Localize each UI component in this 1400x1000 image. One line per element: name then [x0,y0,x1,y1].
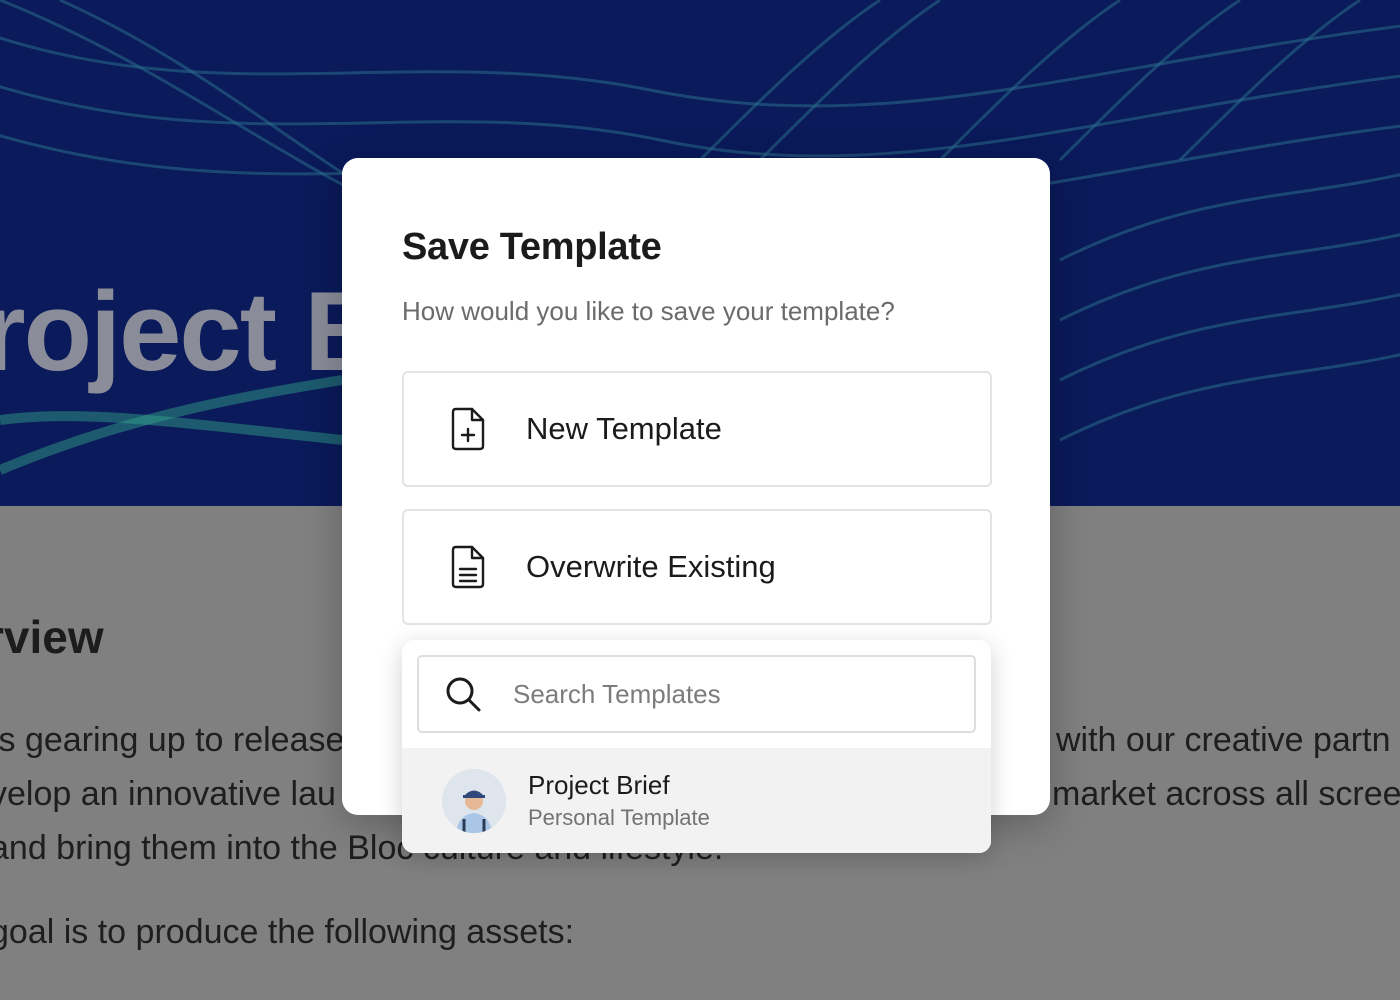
result-title: Project Brief [528,769,670,800]
file-plus-icon [448,407,488,451]
template-result-item[interactable]: Project Brief Personal Template [402,748,991,853]
avatar [442,768,506,833]
search-input[interactable] [511,677,955,711]
paragraph-line: market across all scree [1052,775,1400,813]
option-label: Overwrite Existing [526,549,776,584]
result-subtitle: Personal Template [528,805,710,831]
search-box[interactable] [417,655,976,733]
file-text-icon [448,545,488,589]
page: roject B rview 's gearing up to release … [0,0,1400,1000]
option-label: New Template [526,411,722,446]
overwrite-existing-option[interactable]: Overwrite Existing [402,509,992,625]
paragraph-line: 's gearing up to release [0,721,345,759]
template-search-dropdown: Project Brief Personal Template [402,640,991,853]
modal-title: Save Template [402,226,662,268]
new-template-option[interactable]: New Template [402,371,992,487]
assets-line: goal is to produce the following assets: [0,913,575,951]
result-text: Project Brief Personal Template [528,770,710,831]
section-heading: rview [0,611,104,663]
paragraph-line: velop an innovative lau [0,775,336,813]
paragraph-line: with our creative partn [1056,721,1391,759]
modal-subtitle: How would you like to save your template… [402,296,895,326]
hero-title: roject B [0,269,385,394]
search-icon [443,674,483,714]
